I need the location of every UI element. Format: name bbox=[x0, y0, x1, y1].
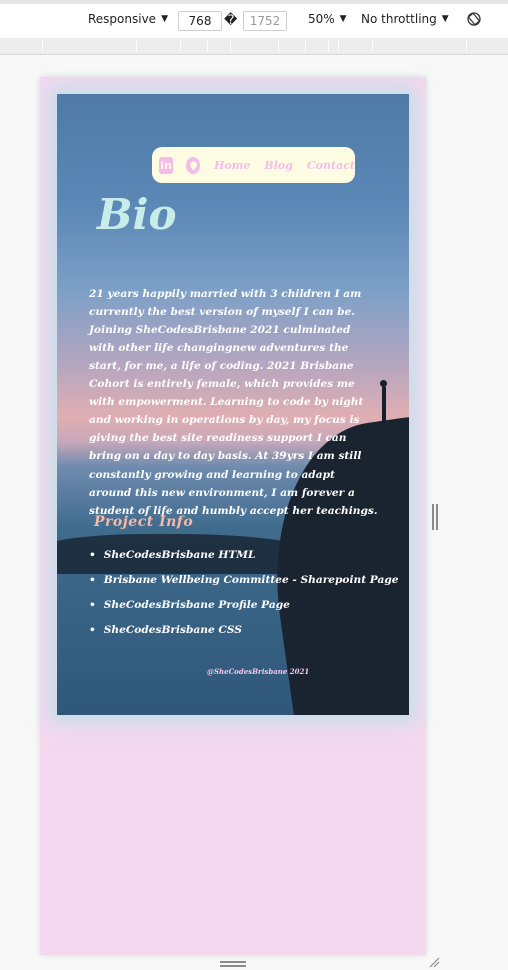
ruler-tick bbox=[372, 40, 373, 52]
ruler-tick bbox=[136, 40, 137, 52]
zoom-dropdown[interactable]: 50% ▼ bbox=[308, 12, 347, 26]
project-list: SheCodesBrisbane HTML Brisbane Wellbeing… bbox=[89, 546, 399, 646]
rotate-icon[interactable] bbox=[466, 11, 482, 27]
height-input[interactable]: 1752 bbox=[243, 11, 287, 31]
device-mode-dropdown[interactable]: Responsive ▼ bbox=[88, 12, 168, 26]
ruler-tick bbox=[278, 40, 279, 52]
footer-credit: @SheCodesBrisbane 2021 bbox=[207, 667, 310, 676]
list-item: SheCodesBrisbane Profile Page bbox=[89, 596, 399, 621]
chevron-down-icon: ▼ bbox=[441, 14, 449, 24]
ruler-tick bbox=[338, 40, 339, 52]
bio-paragraph: 21 years happily married with 3 children… bbox=[89, 287, 378, 517]
background-figure bbox=[380, 380, 387, 424]
list-item: Brisbane Wellbeing Committee - Sharepoin… bbox=[89, 571, 399, 596]
width-input[interactable]: 768 bbox=[178, 11, 222, 31]
project-info-heading: Project Info bbox=[94, 514, 194, 530]
linkedin-icon[interactable]: in bbox=[159, 156, 174, 174]
throttling-label: No throttling bbox=[361, 12, 437, 26]
resize-handle-right[interactable] bbox=[432, 504, 438, 530]
list-item: SheCodesBrisbane CSS bbox=[89, 621, 399, 646]
swap-dimensions-icon[interactable]: � bbox=[224, 13, 237, 28]
ruler-tick bbox=[42, 40, 43, 52]
toolbar-top-border bbox=[0, 0, 508, 4]
zoom-label: 50% bbox=[308, 12, 335, 26]
resize-handle-bottom[interactable] bbox=[220, 961, 248, 967]
bio-card: in Home Blog Contact Bio 21 years happil… bbox=[57, 94, 409, 715]
github-icon[interactable] bbox=[186, 156, 201, 174]
ruler-tick bbox=[230, 40, 231, 52]
resize-corner-icon[interactable] bbox=[428, 956, 440, 968]
ruler-tick bbox=[180, 40, 181, 52]
ruler-tick bbox=[207, 40, 208, 52]
chevron-down-icon: ▼ bbox=[161, 14, 168, 24]
nav-link-blog[interactable]: Blog bbox=[264, 159, 293, 172]
devtools-device-toolbar: Responsive ▼ 768 � 1752 50% ▼ No throttl… bbox=[0, 0, 508, 39]
nav-link-contact[interactable]: Contact bbox=[307, 159, 355, 172]
nav-link-home[interactable]: Home bbox=[214, 159, 250, 172]
ruler-tick bbox=[466, 40, 467, 52]
navbar: in Home Blog Contact bbox=[152, 147, 355, 183]
ruler-tick bbox=[328, 40, 329, 52]
media-query-ruler[interactable] bbox=[0, 38, 508, 55]
chevron-down-icon: ▼ bbox=[339, 14, 347, 24]
ruler-tick bbox=[305, 40, 306, 52]
device-mode-label: Responsive bbox=[88, 12, 157, 26]
bio-heading: Bio bbox=[97, 190, 177, 239]
throttling-dropdown[interactable]: No throttling ▼ bbox=[361, 12, 449, 26]
device-viewport: in Home Blog Contact Bio 21 years happil… bbox=[40, 77, 426, 955]
list-item: SheCodesBrisbane HTML bbox=[89, 546, 399, 571]
